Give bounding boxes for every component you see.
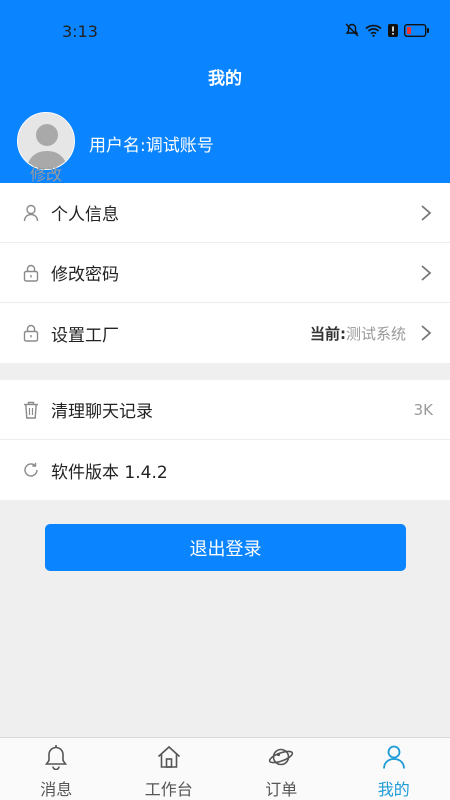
battery-icon [404, 23, 429, 37]
chevron-right-icon [421, 205, 432, 221]
chevron-right-icon [421, 325, 432, 341]
tab-orders[interactable]: 订单 [225, 738, 338, 800]
page-title: 我的 [208, 69, 242, 89]
lock-icon [23, 264, 39, 282]
tab-mine[interactable]: 我的 [338, 738, 450, 800]
settings-group-app: 清理聊天记录 3K 软件版本 1.4.2 [0, 380, 450, 500]
status-icons [345, 23, 430, 37]
menu-item-clear-chat[interactable]: 清理聊天记录 3K [0, 380, 450, 440]
current-factory-prefix: 当前: [309, 324, 346, 343]
wifi-icon [365, 24, 382, 37]
lock-icon [23, 324, 39, 342]
person-icon [382, 745, 405, 769]
current-factory-value: 测试系统 [345, 324, 406, 343]
menu-item-label: 设置工厂 [51, 325, 119, 346]
trash-icon [24, 401, 38, 419]
settings-group-account: 个人信息 修改密码 设置工厂 当前:测试系统 [0, 183, 450, 363]
user-icon [23, 204, 39, 222]
menu-item-set-factory[interactable]: 设置工厂 当前:测试系统 [0, 303, 450, 363]
logout-button[interactable]: 退出登录 [45, 524, 406, 571]
bottom-tab-bar: 消息 工作台 订单 我的 [0, 737, 450, 800]
tab-messages[interactable]: 消息 [0, 738, 113, 800]
home-icon [157, 745, 180, 768]
menu-item-change-password[interactable]: 修改密码 [0, 243, 450, 303]
refresh-icon [24, 462, 38, 477]
mute-icon [345, 23, 359, 37]
tab-label: 工作台 [144, 780, 193, 799]
planet-icon [269, 748, 294, 766]
tab-label: 消息 [40, 780, 73, 799]
menu-item-label: 个人信息 [51, 205, 119, 225]
menu-item-label: 修改密码 [51, 265, 119, 285]
menu-item-software-version[interactable]: 软件版本 1.4.2 [0, 440, 450, 500]
menu-item-label: 清理聊天记录 [51, 402, 153, 422]
tab-workbench[interactable]: 工作台 [113, 738, 226, 800]
tab-label: 订单 [265, 780, 298, 799]
profile-header: 3:13 我的 修改 用户名:调试账号 [0, 0, 450, 185]
current-factory: 当前:测试系统 [310, 323, 406, 344]
alert-icon [388, 23, 398, 37]
menu-item-label: 软件版本 1.4.2 [51, 462, 168, 483]
menu-item-personal-info[interactable]: 个人信息 [0, 183, 450, 243]
username: 用户名:调试账号 [89, 136, 214, 156]
chat-cache-size: 3K [413, 400, 433, 419]
avatar-edit-label[interactable]: 修改 [30, 161, 62, 185]
bell-icon [45, 745, 68, 770]
status-time: 3:13 [62, 22, 98, 41]
tab-label: 我的 [377, 780, 410, 799]
chevron-right-icon [421, 265, 432, 281]
